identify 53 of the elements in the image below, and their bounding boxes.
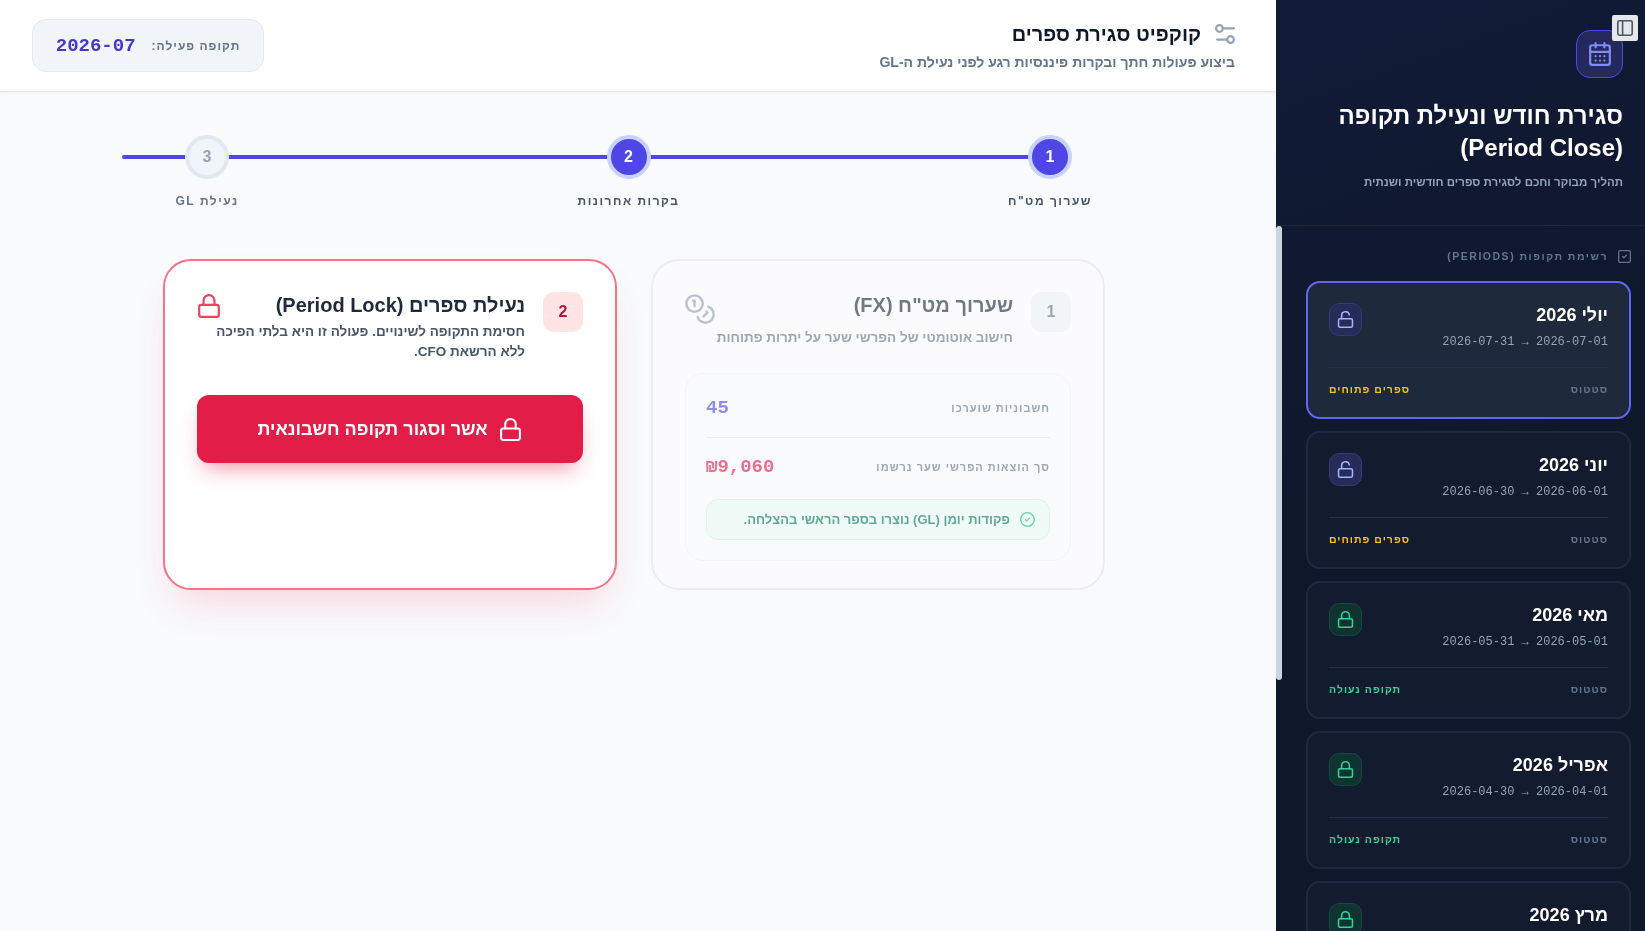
- status-label: סטטוס: [1570, 832, 1608, 847]
- period-label: תקופה פעילה:: [151, 38, 241, 53]
- status-value: תקופה נעולה: [1329, 832, 1402, 847]
- status-label: סטטוס: [1570, 532, 1608, 547]
- step-label: בקרות אחרונות: [577, 193, 680, 209]
- step-indicator: 2: [606, 135, 651, 179]
- stat-label: חשבוניות שוערכו: [951, 402, 1050, 414]
- close-period-button[interactable]: אשר וסגור תקופה חשבונאית: [197, 395, 583, 463]
- success-message: פקודות יומן (GL) נוצרו בספר הראשי בהצלחה.: [743, 512, 1010, 527]
- card-description: חסימת התקופה לשינויים. פעולה זו היא בלתי הפיכה ללא הרשאת CFO.: [215, 323, 525, 361]
- date-range: 2026-06-01 → 2026-06-30: [1442, 484, 1608, 501]
- date-range: 2026-07-01 → 2026-07-31: [1442, 334, 1608, 351]
- date-range: 2026-04-01 → 2026-04-30: [1442, 784, 1608, 801]
- period-value: 2026-07: [55, 34, 136, 57]
- calendar-icon: [1576, 30, 1623, 78]
- sidebar-toggle-button[interactable]: [1612, 15, 1638, 41]
- status-value: ספרים פתוחים: [1329, 532, 1410, 547]
- step-indicator: 1: [1028, 135, 1072, 179]
- lock-icon: [197, 294, 221, 318]
- square-check-icon: [1618, 249, 1631, 263]
- step-badge: 1: [1031, 292, 1071, 332]
- stat-value: ₪9,060: [706, 456, 775, 478]
- period-name: יוני 2026: [1537, 454, 1608, 477]
- scrollbar-thumb[interactable]: [1276, 226, 1282, 680]
- period-name: אפריל 2026: [1511, 754, 1608, 777]
- card-title: נעילת ספרים (Period Lock): [275, 293, 525, 318]
- stat-label: סך הוצאות הפרשי שער נרשמו: [876, 461, 1050, 473]
- panel-icon: [1617, 20, 1633, 36]
- page-title: קוקפיט סגירת ספרים: [1011, 21, 1201, 47]
- period-card[interactable]: מרץ 2026: [1306, 881, 1631, 931]
- sliders-icon: [1215, 23, 1235, 44]
- status-value: ספרים פתוחים: [1329, 382, 1410, 397]
- page-subtitle: ביצוע פעולות חתך ובקרות פיננסיות רגע לפני נעילת ה-GL: [879, 52, 1235, 71]
- step-indicator: 3: [185, 135, 229, 179]
- date-range: 2026-05-01 → 2026-05-31: [1442, 634, 1608, 651]
- card-description: חישוב אוטומטי של הפרשי שער על יתרות פתוחות: [715, 329, 1013, 347]
- period-name: מרץ 2026: [1529, 904, 1608, 927]
- check-circle-icon: [1020, 512, 1035, 527]
- status-label: סטטוס: [1570, 682, 1608, 697]
- stat-value: 45: [706, 397, 729, 419]
- status-value: תקופה נעולה: [1329, 682, 1402, 697]
- period-name: יולי 2026: [1535, 304, 1608, 327]
- period-name: מאי 2026: [1531, 604, 1608, 627]
- status-label: סטטוס: [1570, 382, 1608, 397]
- step-label: שערוך מט"ח: [1008, 193, 1092, 209]
- step-label: נעילת GL: [175, 193, 239, 209]
- coins-icon: [685, 294, 715, 324]
- step-badge: 2: [543, 292, 583, 332]
- card-title: שערוך מט"ח (FX): [853, 293, 1013, 318]
- lock-icon: [499, 417, 523, 441]
- sidebar-title: סגירת חודש ונעילת תקופה (Period Close): [1337, 101, 1623, 163]
- section-label: רשימת תקופות (PERIODS): [1447, 249, 1608, 263]
- sidebar-subtitle: תהליך מבוקר וחכם לסגירת ספרים חודשית ושנתית: [1364, 175, 1623, 190]
